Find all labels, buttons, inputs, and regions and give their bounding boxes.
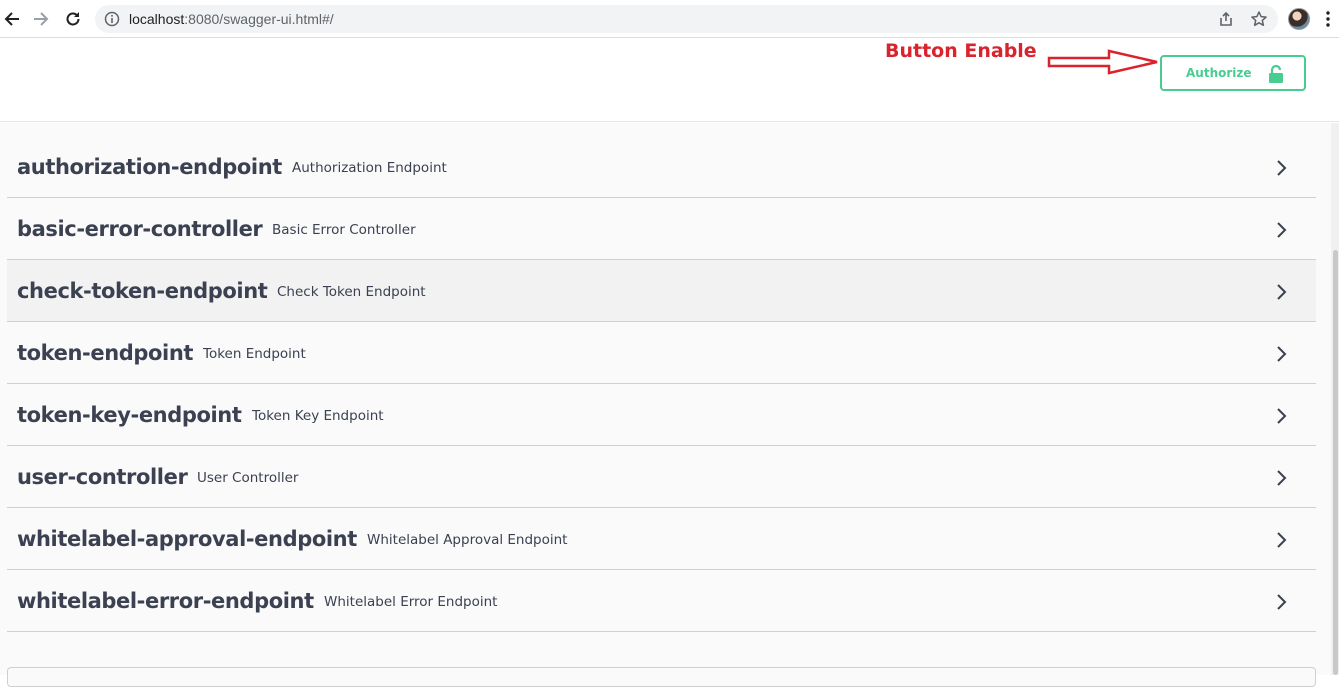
- tag-section-basic-error-controller[interactable]: basic-error-controller Basic Error Contro…: [7, 198, 1316, 260]
- chevron-right-icon[interactable]: [1274, 468, 1288, 488]
- chevron-right-icon[interactable]: [1274, 592, 1288, 612]
- address-bar[interactable]: localhost:8080/swagger-ui.html#/: [95, 5, 1278, 33]
- url-path: :8080/swagger-ui.html#/: [184, 11, 334, 27]
- tag-description: Token Endpoint: [203, 346, 306, 362]
- tag-description: Token Key Endpoint: [252, 408, 384, 424]
- tag-description: Check Token Endpoint: [277, 284, 426, 300]
- tag-name[interactable]: check-token-endpoint: [17, 279, 268, 303]
- tag-name[interactable]: token-key-endpoint: [17, 403, 242, 427]
- back-icon[interactable]: [0, 7, 24, 31]
- tag-section-whitelabel-approval-endpoint[interactable]: whitelabel-approval-endpoint Whitelabel A…: [7, 508, 1316, 570]
- models-section: [7, 667, 1316, 687]
- annotation-label: Button Enable: [885, 40, 1037, 62]
- tag-section-token-key-endpoint[interactable]: token-key-endpoint Token Key Endpoint: [7, 384, 1316, 446]
- operations-container: authorization-endpoint Authorization Endp…: [0, 123, 1331, 675]
- more-icon[interactable]: [1322, 10, 1334, 28]
- tag-section-token-endpoint[interactable]: token-endpoint Token Endpoint: [7, 322, 1316, 384]
- tag-section-authorization-endpoint[interactable]: authorization-endpoint Authorization Endp…: [7, 136, 1316, 198]
- tag-description: Basic Error Controller: [272, 222, 416, 238]
- share-icon[interactable]: [1217, 10, 1235, 28]
- tag-name[interactable]: authorization-endpoint: [17, 155, 282, 179]
- tag-description: Authorization Endpoint: [292, 160, 447, 176]
- lock-icon: [1269, 64, 1283, 83]
- star-icon[interactable]: [1250, 10, 1268, 28]
- tag-name[interactable]: whitelabel-approval-endpoint: [17, 527, 357, 551]
- chevron-right-icon[interactable]: [1274, 530, 1288, 550]
- profile-avatar[interactable]: [1288, 8, 1310, 30]
- tag-name[interactable]: user-controller: [17, 465, 188, 489]
- reload-icon[interactable]: [61, 7, 85, 31]
- tag-description: User Controller: [197, 470, 299, 486]
- chevron-right-icon[interactable]: [1274, 282, 1288, 302]
- authorize-button[interactable]: Authorize: [1160, 55, 1306, 91]
- forward-icon[interactable]: [29, 7, 53, 31]
- tag-name[interactable]: token-endpoint: [17, 341, 193, 365]
- chevron-right-icon[interactable]: [1274, 344, 1288, 364]
- tag-section-check-token-endpoint[interactable]: check-token-endpoint Check Token Endpoint: [7, 260, 1316, 322]
- tag-name[interactable]: whitelabel-error-endpoint: [17, 589, 314, 613]
- authorize-label: Authorize: [1186, 66, 1252, 80]
- annotation-arrow: [1047, 49, 1158, 75]
- tag-description: Whitelabel Approval Endpoint: [367, 532, 568, 548]
- info-icon[interactable]: [104, 11, 120, 27]
- tag-section-user-controller[interactable]: user-controller User Controller: [7, 446, 1316, 508]
- chevron-right-icon[interactable]: [1274, 406, 1288, 426]
- scrollbar-thumb[interactable]: [1333, 250, 1338, 675]
- browser-toolbar: localhost:8080/swagger-ui.html#/: [0, 0, 1339, 38]
- chevron-right-icon[interactable]: [1274, 158, 1288, 178]
- url-text: localhost:8080/swagger-ui.html#/: [129, 11, 334, 27]
- tag-section-whitelabel-error-endpoint[interactable]: whitelabel-error-endpoint Whitelabel Erro…: [7, 570, 1316, 632]
- tag-name[interactable]: basic-error-controller: [17, 217, 263, 241]
- chevron-right-icon[interactable]: [1274, 220, 1288, 240]
- tag-description: Whitelabel Error Endpoint: [324, 594, 498, 610]
- url-host: localhost: [129, 11, 185, 27]
